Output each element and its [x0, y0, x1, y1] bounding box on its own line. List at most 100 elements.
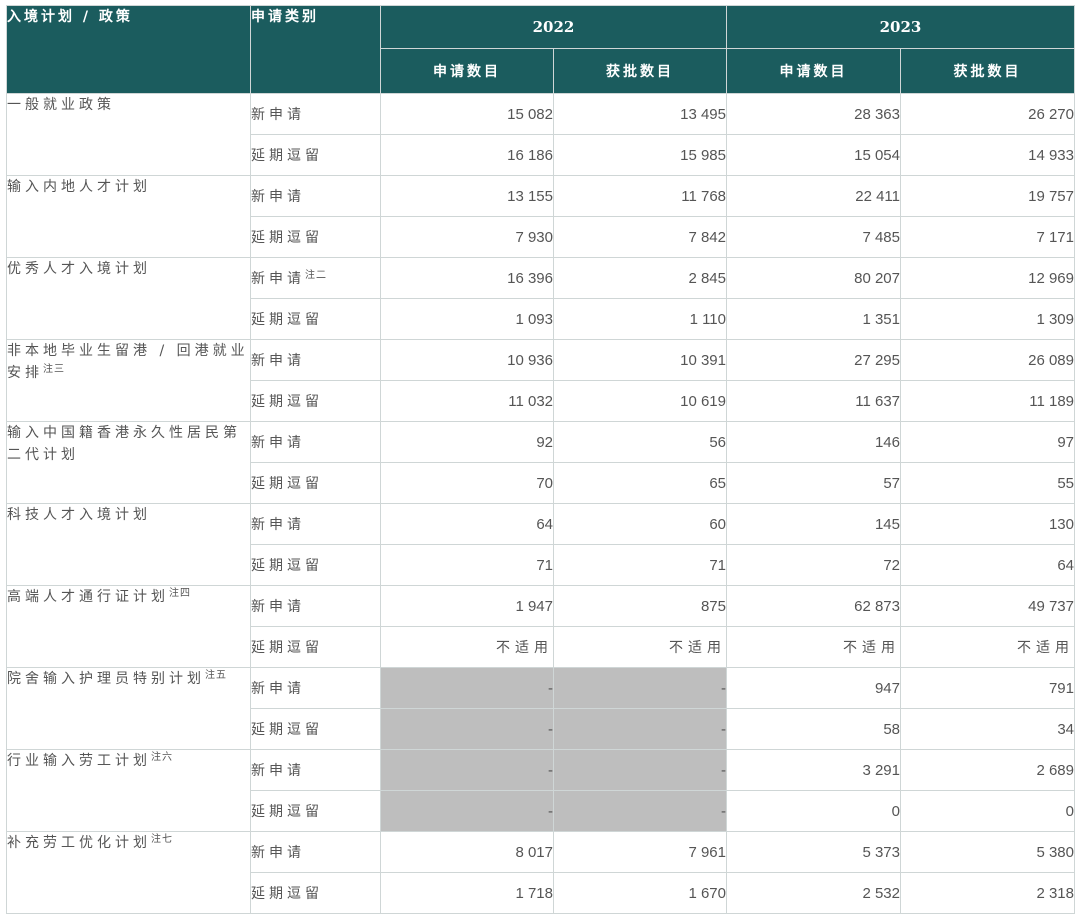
application-type-cell: 新申请 — [250, 585, 381, 627]
application-type: 新申请 — [251, 353, 305, 369]
application-type: 新申请 — [251, 107, 305, 123]
program-name: 院舍输入护理员特别计划 — [7, 671, 205, 687]
program-name: 补充劳工优化计划 — [7, 835, 151, 851]
cell-approved-2022: 不适用 — [553, 626, 727, 668]
cell-applied-2022: 70 — [380, 462, 554, 504]
application-type-cell: 延期逗留 — [250, 790, 381, 832]
cell-applied-2022: 64 — [380, 503, 554, 545]
cell-applied-2023: 80 207 — [726, 257, 901, 299]
cell-approved-2022: - — [553, 790, 727, 832]
program-name: 一般就业政策 — [7, 97, 115, 113]
cell-approved-2022: 7 842 — [553, 216, 727, 258]
cell-approved-2022: - — [553, 708, 727, 750]
cell-approved-2022: 875 — [553, 585, 727, 627]
cell-approved-2023: 1 309 — [900, 298, 1075, 340]
cell-approved-2023: 97 — [900, 421, 1075, 463]
cell-applied-2022: 7 930 — [380, 216, 554, 258]
header-applied-2022: 申请数目 — [380, 48, 554, 94]
application-type: 新申请 — [251, 189, 305, 205]
type-footnote: 注二 — [305, 270, 327, 281]
program-footnote: 注六 — [151, 752, 173, 763]
table-row: 一般就业政策 新申请 15 082 13 495 28 363 26 270 — [6, 93, 1075, 176]
table-row: 科技人才入境计划 新申请 64 60 145 130 — [6, 503, 1075, 586]
application-type-cell: 延期逗留 — [250, 544, 381, 586]
application-type-cell: 新申请 — [250, 175, 381, 217]
cell-applied-2022: 1 718 — [380, 872, 554, 914]
cell-applied-2023: 62 873 — [726, 585, 901, 627]
cell-applied-2022: - — [380, 790, 554, 832]
program-name-cell: 优秀人才入境计划 — [6, 257, 251, 340]
program-name-cell: 输入内地人才计划 — [6, 175, 251, 258]
cell-approved-2022: 11 768 — [553, 175, 727, 217]
cell-applied-2022: 16 186 — [380, 134, 554, 176]
application-type: 新申请 — [251, 517, 305, 533]
application-type-cell: 新申请 — [250, 421, 381, 463]
program-name-cell: 非本地毕业生留港 / 回港就业安排注三 — [6, 339, 251, 422]
cell-applied-2023: 11 637 — [726, 380, 901, 422]
cell-approved-2022: 7 961 — [553, 831, 727, 873]
cell-applied-2023: 947 — [726, 667, 901, 709]
cell-approved-2023: 791 — [900, 667, 1075, 709]
cell-applied-2023: 3 291 — [726, 749, 901, 791]
application-type: 延期逗留 — [251, 804, 323, 820]
application-type: 延期逗留 — [251, 476, 323, 492]
application-type: 延期逗留 — [251, 148, 323, 164]
cell-approved-2022: 56 — [553, 421, 727, 463]
program-footnote: 注四 — [169, 588, 191, 599]
program-name: 输入内地人才计划 — [7, 179, 151, 195]
cell-applied-2022: 不适用 — [380, 626, 554, 668]
cell-applied-2022: 71 — [380, 544, 554, 586]
cell-approved-2022: 15 985 — [553, 134, 727, 176]
table-row: 优秀人才入境计划 新申请注二 16 396 2 845 80 207 12 969 — [6, 257, 1075, 340]
table-row: 行业输入劳工计划注六 新申请 - -3 291 2 689 — [6, 749, 1075, 832]
application-type-cell: 延期逗留 — [250, 708, 381, 750]
application-type-cell: 新申请 — [250, 339, 381, 381]
cell-applied-2023: 15 054 — [726, 134, 901, 176]
cell-applied-2022: 1 947 — [380, 585, 554, 627]
application-type-cell: 延期逗留 — [250, 872, 381, 914]
cell-applied-2022: - — [380, 749, 554, 791]
application-type-cell: 新申请 — [250, 667, 381, 709]
table-body: 一般就业政策 新申请 15 082 13 495 28 363 26 270 延期逗留 16 … — [6, 93, 1075, 914]
cell-approved-2023: 64 — [900, 544, 1075, 586]
application-type-cell: 延期逗留 — [250, 626, 381, 668]
application-type-cell: 新申请 — [250, 749, 381, 791]
application-type: 延期逗留 — [251, 886, 323, 902]
immigration-statistics-table: 入境计划 / 政策 申请类别 2022 2023 申请数目 获批数目 申请数目 … — [6, 5, 1075, 914]
program-name: 行业输入劳工计划 — [7, 753, 151, 769]
table-row: 输入中国籍香港永久性居民第二代计划 新申请 92 56 146 97 — [6, 421, 1075, 504]
table-row: 高端人才通行证计划注四 新申请 1 947 875 62 873 49 737 — [6, 585, 1075, 668]
application-type: 延期逗留 — [251, 722, 323, 738]
program-name-cell: 行业输入劳工计划注六 — [6, 749, 251, 832]
cell-applied-2022: 13 155 — [380, 175, 554, 217]
cell-approved-2022: 10 619 — [553, 380, 727, 422]
cell-approved-2023: 130 — [900, 503, 1075, 545]
cell-applied-2022: 11 032 — [380, 380, 554, 422]
cell-approved-2023: 7 171 — [900, 216, 1075, 258]
header-year-2023: 2023 — [726, 5, 1075, 49]
cell-applied-2022: 1 093 — [380, 298, 554, 340]
program-name-cell: 高端人才通行证计划注四 — [6, 585, 251, 668]
table-row: 输入内地人才计划 新申请 13 155 11 768 22 411 19 757 — [6, 175, 1075, 258]
table-row: 补充劳工优化计划注七 新申请 8 017 7 961 5 373 5 380 — [6, 831, 1075, 914]
cell-applied-2023: 22 411 — [726, 175, 901, 217]
application-type: 新申请 — [251, 271, 305, 287]
cell-approved-2022: - — [553, 667, 727, 709]
cell-approved-2022: 1 110 — [553, 298, 727, 340]
table-row: 非本地毕业生留港 / 回港就业安排注三 新申请 10 936 10 391 27 295… — [6, 339, 1075, 422]
cell-applied-2023: 1 351 — [726, 298, 901, 340]
application-type: 延期逗留 — [251, 312, 323, 328]
header-approved-2023: 获批数目 — [900, 48, 1075, 94]
cell-applied-2022: 10 936 — [380, 339, 554, 381]
cell-applied-2023: 57 — [726, 462, 901, 504]
header-year-2022: 2022 — [380, 5, 727, 49]
cell-approved-2023: 不适用 — [900, 626, 1075, 668]
application-type: 延期逗留 — [251, 558, 323, 574]
cell-approved-2023: 0 — [900, 790, 1075, 832]
cell-approved-2023: 55 — [900, 462, 1075, 504]
cell-approved-2022: 2 845 — [553, 257, 727, 299]
program-footnote: 注三 — [43, 364, 65, 375]
cell-applied-2023: 72 — [726, 544, 901, 586]
cell-applied-2022: - — [380, 708, 554, 750]
cell-approved-2023: 26 089 — [900, 339, 1075, 381]
